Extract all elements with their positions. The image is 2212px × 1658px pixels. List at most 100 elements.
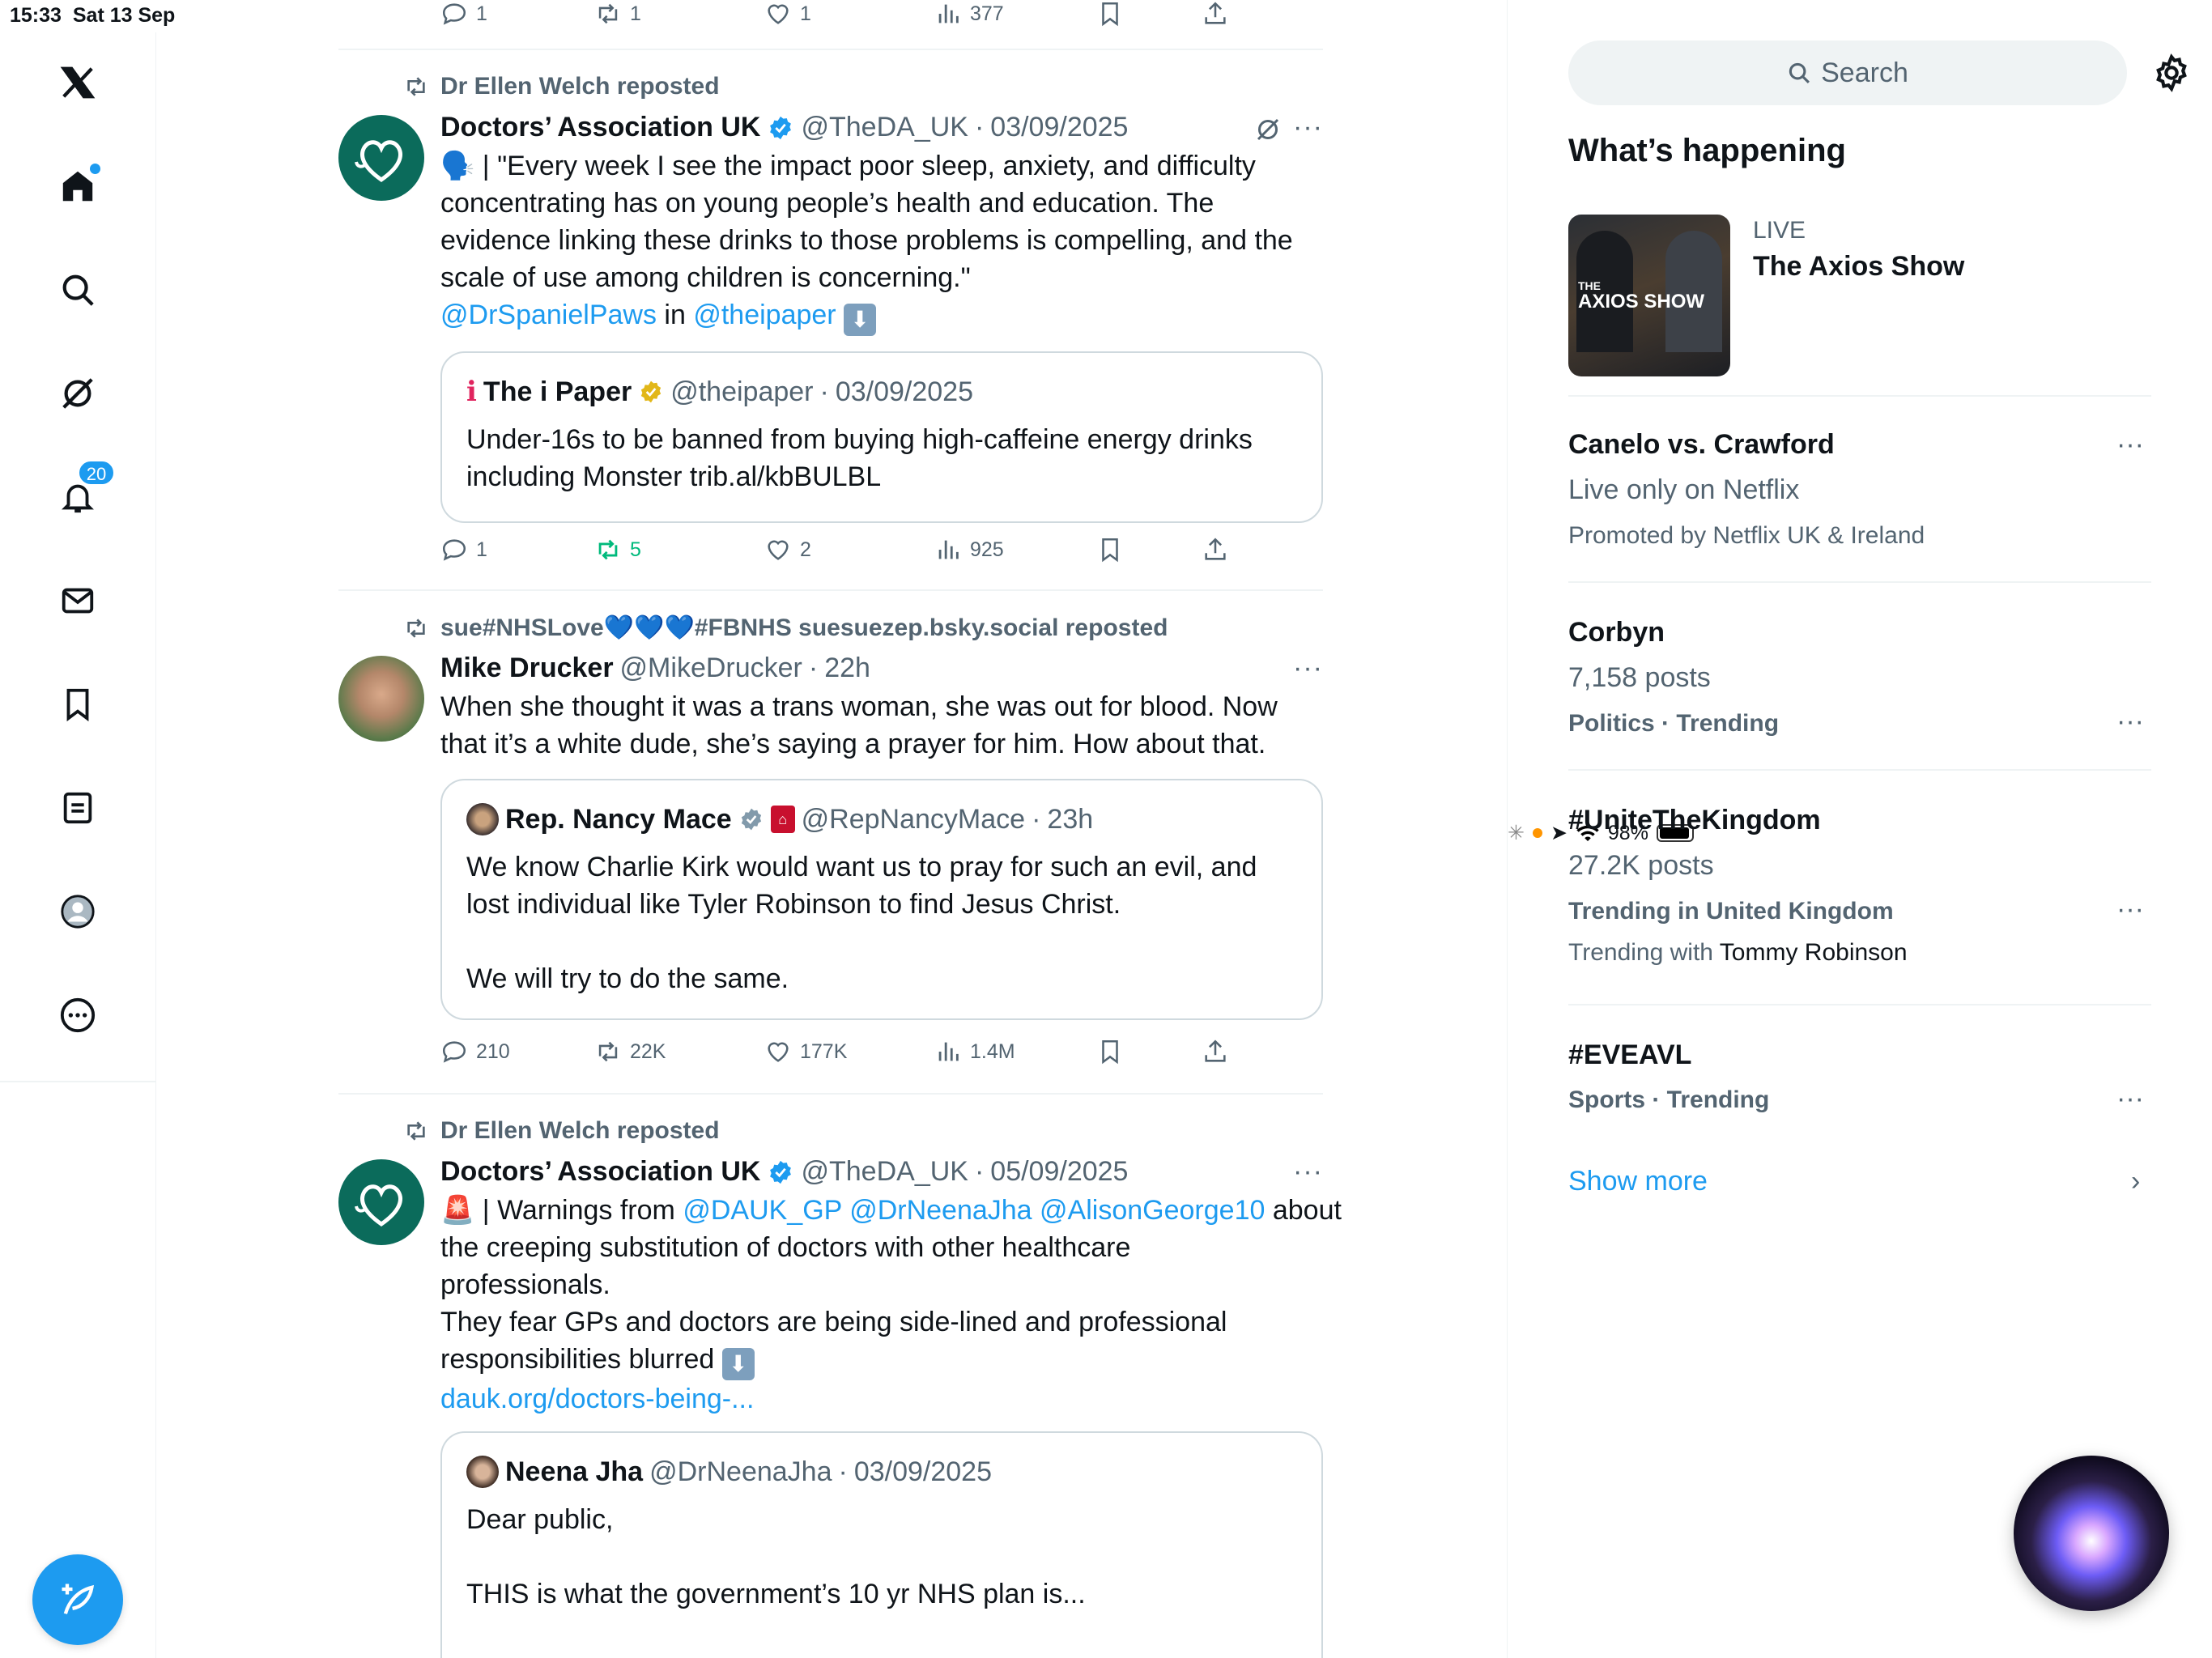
trend-more-icon[interactable]: ···: [2116, 429, 2144, 461]
mention-link[interactable]: @DAUK_GP: [683, 1195, 841, 1226]
home-icon[interactable]: [45, 154, 110, 219]
trend-more-icon[interactable]: ···: [2116, 894, 2144, 925]
mention-link[interactable]: @DrSpanielPaws: [440, 300, 657, 330]
avatar[interactable]: [338, 115, 424, 201]
post-more-icon[interactable]: ···: [1293, 653, 1323, 684]
search-input[interactable]: Search: [1568, 40, 2127, 105]
siren-emoji-icon: 🚨: [440, 1195, 475, 1226]
reply-button[interactable]: 1: [440, 536, 487, 563]
repost-button[interactable]: 22K: [594, 1038, 666, 1065]
heart-stethoscope-logo-icon: [355, 1184, 402, 1227]
avatar[interactable]: [338, 656, 424, 742]
verified-badge-icon: [770, 116, 792, 139]
notifications-icon[interactable]: 20: [45, 460, 115, 529]
like-button[interactable]: 1: [764, 0, 811, 28]
author-handle[interactable]: @TheDA_UK: [801, 112, 968, 143]
quoted-post[interactable]: ℹ The i Paper @theipaper · 03/09/2025 Un…: [440, 351, 1323, 523]
post-text: 🚨 | Warnings from @DAUK_GP @DrNeenaJha @…: [440, 1192, 1342, 1418]
post-header: Doctors’ Association UK @TheDA_UK · 03/0…: [440, 112, 1129, 143]
status-time: 15:33 Sat 13 Sep: [10, 4, 176, 27]
repost-icon: [407, 1121, 425, 1141]
x-logo-icon[interactable]: [45, 50, 110, 115]
siri-orb-icon[interactable]: [2014, 1456, 2169, 1611]
compose-icon: [62, 1584, 95, 1614]
compose-post-button[interactable]: [32, 1554, 123, 1645]
quoted-post[interactable]: Rep. Nancy Mace ⌂ @RepNancyMace · 23h We…: [440, 779, 1323, 1020]
more-icon[interactable]: [45, 983, 110, 1048]
bookmark-button[interactable]: [1096, 536, 1124, 563]
bookmark-icon: [1102, 2, 1118, 27]
quoted-post[interactable]: Neena Jha @DrNeenaJha · 03/09/2025 Dear …: [440, 1431, 1323, 1658]
trend-subtitle: 7,158 posts: [1568, 662, 1711, 693]
search-icon[interactable]: [45, 257, 110, 322]
trend-title[interactable]: #UniteTheKingdom: [1568, 805, 1821, 836]
profile-icon[interactable]: [45, 879, 110, 944]
like-button[interactable]: 2: [764, 536, 811, 563]
like-button[interactable]: 177K: [764, 1038, 847, 1065]
reply-button[interactable]: 210: [440, 1038, 510, 1065]
trend-meta: Trending in United Kingdom: [1568, 898, 1894, 925]
author-handle[interactable]: @MikeDrucker: [620, 653, 802, 684]
author-name[interactable]: Mike Drucker: [440, 653, 614, 684]
post-doctors-association-1[interactable]: Dr Ellen Welch reposted Doctors’ Associa…: [338, 50, 1323, 591]
post-header: Mike Drucker @MikeDrucker · 22h: [440, 653, 870, 684]
chevron-right-icon[interactable]: ›: [2131, 1166, 2140, 1197]
grok-icon[interactable]: [45, 361, 110, 426]
mention-link[interactable]: @AlisonGeorge10: [1040, 1195, 1265, 1226]
views-button[interactable]: 1.4M: [934, 1038, 1015, 1065]
repost-button[interactable]: 1: [594, 0, 641, 28]
avatar[interactable]: [338, 1159, 424, 1245]
post-more-icon[interactable]: ···: [1293, 1156, 1323, 1188]
share-button[interactable]: [1202, 1038, 1229, 1065]
bookmark-button[interactable]: [1096, 1038, 1124, 1065]
bookmarks-icon[interactable]: [45, 672, 110, 737]
repost-attribution: Dr Ellen Welch reposted: [403, 73, 720, 100]
messages-icon[interactable]: [45, 568, 110, 633]
external-link[interactable]: dauk.org/doctors-being-...: [440, 1380, 1323, 1418]
share-button[interactable]: [1202, 0, 1229, 28]
trend-more-icon[interactable]: ···: [2116, 706, 2144, 738]
post-date[interactable]: 03/09/2025: [990, 112, 1128, 143]
post-text: 🗣️ | "Every week I see the impact poor s…: [440, 147, 1323, 336]
author-name[interactable]: Doctors’ Association UK: [440, 1156, 760, 1188]
share-button[interactable]: [1202, 536, 1229, 563]
trend-meta: Promoted by Netflix UK & Ireland: [1568, 522, 1925, 549]
live-thumbnail[interactable]: THE AXIOS SHOW: [1568, 215, 1730, 376]
quoted-post-header: Neena Jha @DrNeenaJha · 03/09/2025: [466, 1456, 992, 1488]
live-title[interactable]: The Axios Show: [1753, 251, 1964, 283]
info-logo-icon: ℹ: [466, 376, 477, 407]
trend-title[interactable]: Canelo vs. Crawford: [1568, 429, 1835, 461]
timeline-feed: 1 1 1 377 Dr Ellen Welch reposted Doctor…: [338, 0, 1342, 1658]
author-name[interactable]: Doctors’ Association UK: [440, 112, 760, 143]
down-arrow-emoji-icon: ⬇: [721, 1348, 755, 1380]
trend-divider: [1568, 1004, 2151, 1005]
views-button[interactable]: 925: [934, 536, 1004, 563]
gold-verified-badge-icon: [641, 380, 661, 403]
post-date[interactable]: 22h: [824, 653, 870, 684]
quoted-post-header: Rep. Nancy Mace ⌂ @RepNancyMace · 23h: [466, 803, 1093, 835]
heart-icon: [768, 4, 789, 24]
reply-button[interactable]: 1: [440, 0, 487, 28]
post-mike-drucker[interactable]: sue#NHSLove💙💙💙#FBNHS suesuezep.bsky.soci…: [338, 591, 1323, 1095]
quoted-avatar: [466, 803, 499, 835]
post-doctors-association-2[interactable]: Dr Ellen Welch reposted Doctors’ Associa…: [338, 1095, 1342, 1658]
trend-subtitle: 27.2K posts: [1568, 850, 1714, 881]
post-more-icon[interactable]: ···: [1293, 112, 1323, 143]
bookmark-icon: [1102, 538, 1118, 563]
mention-link[interactable]: @DrNeenaJha: [849, 1195, 1032, 1226]
trend-title[interactable]: Corbyn: [1568, 617, 1665, 648]
bookmark-button[interactable]: [1096, 0, 1124, 28]
trend-more-icon[interactable]: ···: [2116, 1083, 2144, 1115]
grok-icon[interactable]: [1253, 115, 1283, 144]
views-icon: [938, 4, 959, 23]
repost-button[interactable]: 5: [594, 536, 641, 563]
lists-icon[interactable]: [45, 776, 110, 840]
post-date[interactable]: 05/09/2025: [990, 1156, 1128, 1188]
show-more-link[interactable]: Show more: [1568, 1166, 1708, 1197]
trend-title[interactable]: #EVEAVL: [1568, 1039, 1691, 1071]
settings-gear-icon[interactable]: [2151, 53, 2192, 93]
views-button[interactable]: 377: [934, 0, 1004, 28]
mention-link[interactable]: @theipaper: [693, 300, 836, 330]
author-handle[interactable]: @TheDA_UK: [801, 1156, 968, 1188]
reply-icon: [442, 539, 466, 561]
